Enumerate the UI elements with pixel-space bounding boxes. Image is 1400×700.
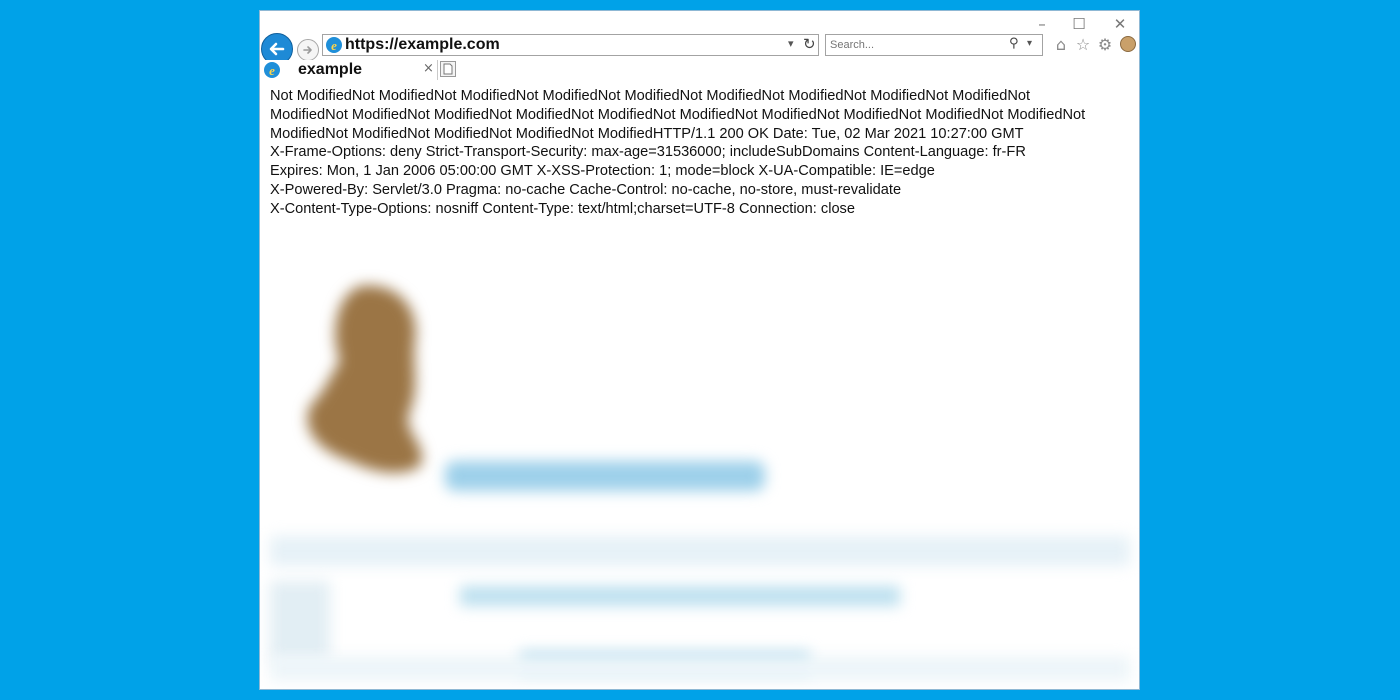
new-tab-button[interactable] [440,61,456,77]
blurred-row-2 [460,586,900,606]
tab-close-icon[interactable]: × [423,61,434,76]
ie-page-icon: e [326,37,342,53]
back-arrow-icon [269,42,285,56]
search-box[interactable]: ⚲ ▾ [825,34,1043,56]
address-url[interactable]: https://example.com [345,36,500,54]
smiley-icon[interactable] [1120,36,1136,52]
star-icon[interactable]: ☆ [1073,34,1093,54]
tab-bar: e example × [260,60,1139,80]
page-response-text: Not ModifiedNot ModifiedNot ModifiedNot … [270,88,1086,217]
blurred-row-5 [270,656,1130,681]
forward-button[interactable] [297,39,319,61]
tab-ie-icon: e [264,62,280,78]
blurred-row-1 [270,536,1130,566]
refresh-icon[interactable]: ↻ [803,35,816,53]
tab-title[interactable]: example [298,61,362,79]
browser-window: – ☐ ✕ e https://example.com ▾ ↻ ⚲ ▾ ⌂ ☆ … [259,10,1140,690]
gear-icon[interactable]: ⚙ [1095,34,1115,54]
home-icon[interactable]: ⌂ [1051,34,1071,54]
blurred-heading [445,461,765,491]
address-bar[interactable]: e https://example.com ▾ ↻ [322,34,819,56]
blurred-page-region [260,261,1139,689]
blurred-row-3 [270,581,330,661]
tab-example[interactable]: e example × [260,60,438,80]
search-dropdown-icon[interactable]: ▾ [1027,38,1032,49]
search-input[interactable] [830,37,1000,53]
blurred-logo [307,285,423,473]
search-icon[interactable]: ⚲ [1009,36,1019,51]
forward-arrow-icon [303,46,312,54]
new-tab-icon [443,63,453,75]
address-dropdown-icon[interactable]: ▾ [788,37,794,50]
